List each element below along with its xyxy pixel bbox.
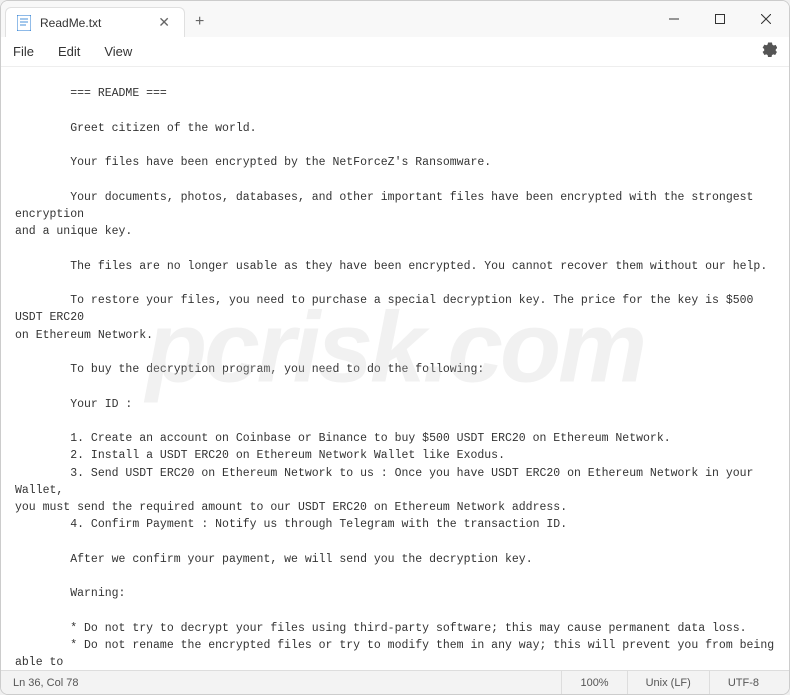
notepad-file-icon	[16, 15, 32, 31]
status-zoom[interactable]: 100%	[561, 671, 626, 695]
maximize-button[interactable]	[697, 3, 743, 35]
window-controls	[651, 3, 789, 35]
status-position: Ln 36, Col 78	[13, 677, 561, 689]
status-line-ending: Unix (LF)	[627, 671, 709, 695]
tab-area: ReadMe.txt ✕ +	[1, 1, 651, 37]
tab-close-icon[interactable]: ✕	[154, 14, 174, 31]
minimize-button[interactable]	[651, 3, 697, 35]
menu-edit[interactable]: Edit	[58, 44, 80, 59]
new-tab-button[interactable]: +	[185, 7, 214, 37]
notepad-window: ReadMe.txt ✕ + File Edit View === README…	[0, 0, 790, 695]
titlebar: ReadMe.txt ✕ +	[1, 1, 789, 37]
text-editor-content[interactable]: === README === Greet citizen of the worl…	[1, 67, 789, 670]
menu-view[interactable]: View	[104, 44, 132, 59]
status-encoding: UTF-8	[709, 671, 777, 695]
menubar: File Edit View	[1, 37, 789, 67]
tab-title: ReadMe.txt	[40, 16, 146, 30]
close-button[interactable]	[743, 3, 789, 35]
document-tab[interactable]: ReadMe.txt ✕	[5, 7, 185, 37]
statusbar: Ln 36, Col 78 100% Unix (LF) UTF-8	[1, 670, 789, 694]
menu-file[interactable]: File	[13, 44, 34, 59]
settings-gear-icon[interactable]	[761, 42, 777, 61]
